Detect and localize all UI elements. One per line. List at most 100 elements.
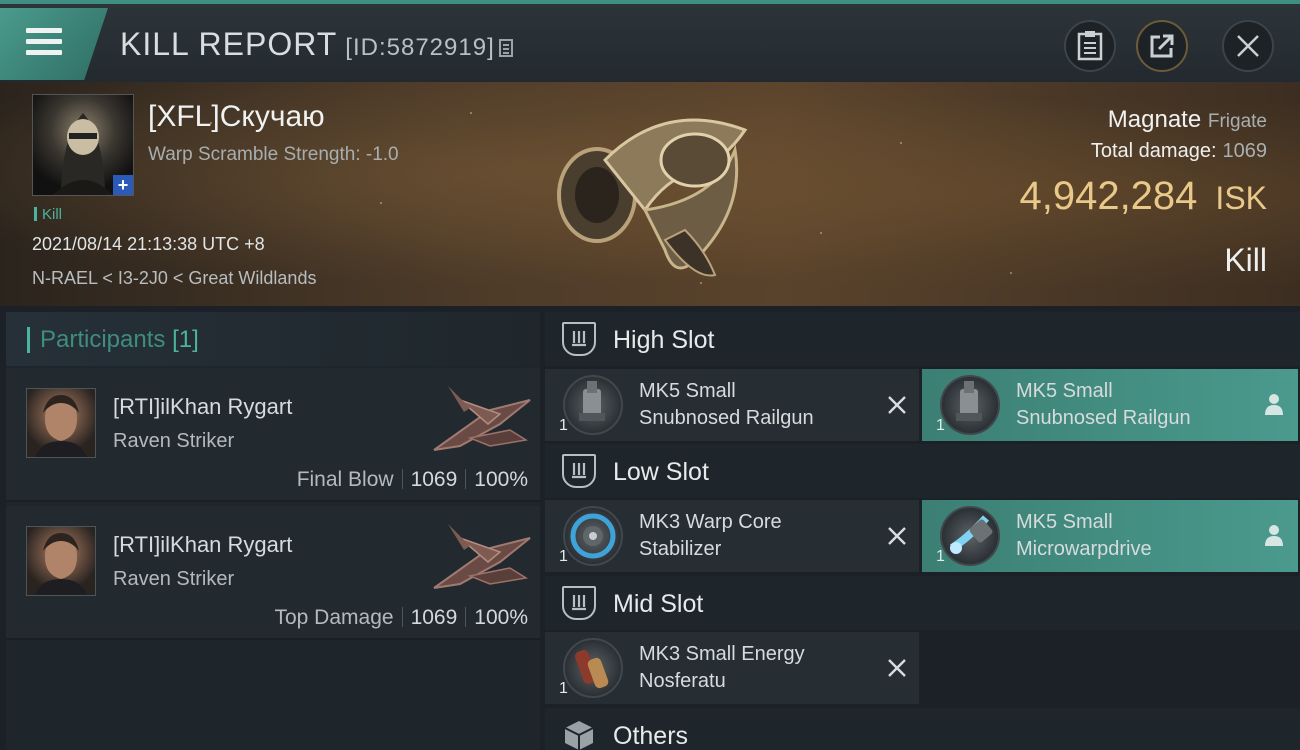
pilot-face-icon <box>35 395 87 457</box>
module-name-line1: MK5 Small <box>1016 380 1113 402</box>
high-slot-icon <box>562 322 596 356</box>
module-name-line1: MK3 Small Energy <box>639 643 805 665</box>
mid-slot-title: Mid Slot <box>613 590 704 618</box>
menu-icon-line <box>26 28 62 33</box>
railgun-icon <box>563 375 623 435</box>
destroyed-icon <box>888 659 906 677</box>
kill-location[interactable]: N-RAEL < I3-2J0 < Great Wildlands <box>32 268 316 289</box>
participant-name[interactable]: [RTI]ilKhan Rygart <box>113 394 292 420</box>
participant-card[interactable]: [RTI]ilKhan Rygart Raven Striker Final B… <box>6 368 540 502</box>
module-quantity: 1 <box>936 548 945 565</box>
page-title: KILL REPORT [ID:5872919] <box>120 26 513 63</box>
module-name-line2: Stabilizer <box>639 538 722 560</box>
low-slot-icon <box>562 454 596 488</box>
participant-role: Final Blow <box>296 468 394 491</box>
energy-nosferatu-icon <box>563 638 623 698</box>
pilot-face-icon <box>35 533 87 595</box>
module-item[interactable]: 1 MK5 Small Microwarpdrive <box>922 500 1298 572</box>
cube-icon <box>562 718 596 750</box>
participant-damage: 1069 <box>410 606 458 629</box>
total-damage-value: 1069 <box>1222 140 1268 162</box>
person-icon <box>1265 525 1283 546</box>
module-quantity: 1 <box>559 417 568 434</box>
participants-panel: Participants [1] [RTI]ilKhan Rygart Rave… <box>6 312 540 750</box>
participant-ship[interactable]: Raven Striker <box>113 568 234 591</box>
close-icon <box>1237 35 1259 57</box>
destroyed-icon <box>888 396 906 414</box>
participant-percent: 100% <box>474 468 528 491</box>
module-item[interactable]: 1 MK3 Warp Core Stabilizer <box>545 500 919 572</box>
divider <box>465 607 467 627</box>
ship-name: Magnate <box>1107 106 1202 133</box>
participant-role: Top Damage <box>274 606 394 629</box>
module-item[interactable]: 1 MK5 Small Snubnosed Railgun <box>545 369 919 441</box>
star <box>900 142 902 144</box>
participant-portrait[interactable] <box>26 526 96 596</box>
header-accent-bar <box>27 327 30 353</box>
share-button[interactable] <box>1136 20 1188 72</box>
high-slot-title: High Slot <box>613 326 715 354</box>
victim-name[interactable]: [XFL]Скучаю <box>148 100 325 134</box>
divider <box>401 607 403 627</box>
participants-header: Participants [1] <box>6 312 540 366</box>
menu-icon-line <box>26 50 62 55</box>
ship-class: Frigate <box>1207 111 1267 132</box>
victim-ship[interactable]: Magnate Frigate <box>1108 106 1267 134</box>
participant-portrait[interactable] <box>26 388 96 458</box>
participant-percent: 100% <box>474 606 528 629</box>
module-name-line2: Snubnosed Railgun <box>639 407 814 429</box>
participants-title: Participants [1] <box>40 326 199 354</box>
kill-result: Kill <box>1224 242 1267 278</box>
kill-tag: Kill <box>34 206 62 223</box>
others-title: Others <box>613 722 689 750</box>
isk-value: 4,942,284 ISK <box>1019 174 1267 219</box>
warp-scramble-strength: Warp Scramble Strength: -1.0 <box>148 144 399 165</box>
warp-core-stabilizer-icon <box>563 506 623 566</box>
module-quantity: 1 <box>559 680 568 697</box>
participant-ship[interactable]: Raven Striker <box>113 430 234 453</box>
clipboard-icon <box>1077 31 1103 61</box>
star <box>470 112 472 114</box>
total-damage: Total damage: 1069 <box>1091 140 1267 163</box>
report-id: [ID:5872919] <box>345 34 495 61</box>
menu-button[interactable] <box>0 8 108 80</box>
clipboard-button[interactable] <box>1064 20 1116 72</box>
participants-count: [1] <box>172 326 199 353</box>
high-slot-header: High Slot <box>545 312 1300 366</box>
title-bar: KILL REPORT [ID:5872919] <box>0 0 1300 82</box>
module-name-line1: MK5 Small <box>1016 511 1113 533</box>
module-name-line2: Nosferatu <box>639 670 726 692</box>
railgun-icon <box>940 375 1000 435</box>
low-slot-title: Low Slot <box>613 458 709 486</box>
menu-icon-line <box>26 39 62 44</box>
module-quantity: 1 <box>936 417 945 434</box>
total-damage-label: Total damage: <box>1090 140 1217 162</box>
low-slot-header: Low Slot <box>545 444 1300 498</box>
victim-ship-image <box>557 118 748 277</box>
participant-stats: Top Damage 1069 100% <box>274 606 528 630</box>
participant-damage: 1069 <box>410 468 458 491</box>
person-icon <box>1265 394 1283 415</box>
module-item[interactable]: 1 MK3 Small Energy Nosferatu <box>545 632 919 704</box>
divider <box>401 469 403 489</box>
module-item[interactable]: 1 MK5 Small Snubnosed Railgun <box>922 369 1298 441</box>
participants-label: Participants <box>40 326 166 353</box>
participant-ship-image <box>433 386 531 451</box>
victim-avatar[interactable]: + <box>32 94 134 196</box>
star <box>1010 272 1012 274</box>
module-name-line2: Snubnosed Railgun <box>1016 407 1191 429</box>
close-button[interactable] <box>1222 20 1274 72</box>
kill-datetime: 2021/08/14 21:13:38 UTC +8 <box>32 234 265 254</box>
participant-card[interactable]: [RTI]ilKhan Rygart Raven Striker Top Dam… <box>6 506 540 640</box>
others-header: Others <box>545 708 1300 750</box>
add-contact-icon[interactable]: + <box>113 175 133 195</box>
copy-icon[interactable] <box>498 39 513 57</box>
title-text: KILL REPORT <box>120 26 338 62</box>
module-name-line1: MK5 Small <box>639 380 736 402</box>
participant-name[interactable]: [RTI]ilKhan Rygart <box>113 532 292 558</box>
divider <box>465 469 467 489</box>
victim-banner: + [XFL]Скучаю Warp Scramble Strength: -1… <box>0 82 1300 306</box>
module-name-line1: MK3 Warp Core <box>639 511 782 533</box>
isk-amount: 4,942,284 <box>1019 174 1198 218</box>
module-name-line2: Microwarpdrive <box>1016 538 1152 560</box>
